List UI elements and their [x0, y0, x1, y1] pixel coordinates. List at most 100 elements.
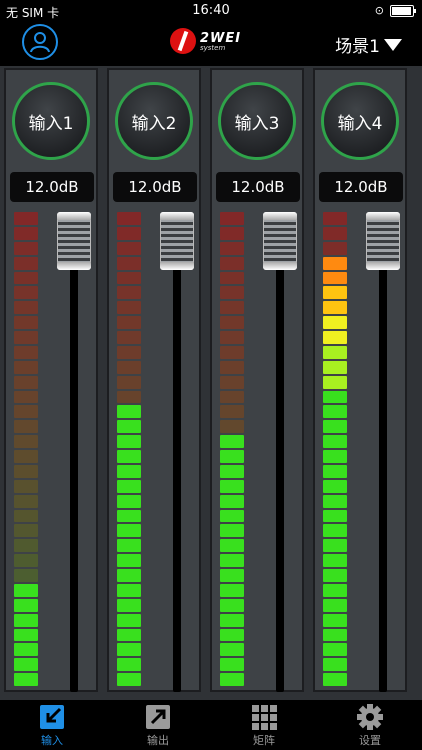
meter-segment: [323, 316, 347, 329]
meter-segment: [14, 494, 38, 508]
gain-readout[interactable]: 12.0dB: [10, 172, 94, 202]
meter-segment: [220, 658, 244, 672]
meter-segment: [14, 256, 38, 270]
meter-segment: [117, 331, 141, 344]
meter-segment: [220, 420, 244, 434]
meter-segment: [323, 390, 347, 404]
meter-segment: [117, 613, 141, 627]
fader-handle[interactable]: [366, 212, 400, 270]
meter-segment: [220, 583, 244, 597]
meter-segment: [220, 598, 244, 612]
level-meter: [323, 212, 347, 686]
meter-segment: [323, 494, 347, 508]
meter-segment: [220, 643, 244, 657]
meter-segment: [323, 598, 347, 612]
user-account-button[interactable]: [22, 24, 58, 60]
meter-segment: [220, 524, 244, 538]
fader-handle[interactable]: [160, 212, 194, 270]
input-select-button[interactable]: 输入1: [12, 82, 90, 160]
input-select-button[interactable]: 输入2: [115, 82, 193, 160]
meter-segment: [220, 673, 244, 686]
settings-gear-icon: [357, 704, 383, 730]
fader-track[interactable]: [173, 266, 181, 692]
meter-segment: [220, 331, 244, 344]
tab-settings[interactable]: 设置: [340, 703, 400, 748]
meter-segment: [117, 583, 141, 597]
input-select-button[interactable]: 输入4: [321, 82, 399, 160]
gain-readout[interactable]: 12.0dB: [216, 172, 300, 202]
meter-segment: [14, 569, 38, 582]
meter-segment: [323, 524, 347, 538]
meter-segment: [14, 524, 38, 538]
gain-readout[interactable]: 12.0dB: [319, 172, 403, 202]
meter-segment: [14, 301, 38, 315]
meter-segment: [117, 450, 141, 463]
meter-segment: [323, 345, 347, 359]
meter-segment: [14, 673, 38, 686]
meter-segment: [323, 479, 347, 493]
matrix-icon: [252, 705, 277, 730]
meter-segment: [14, 450, 38, 463]
level-meter: [117, 212, 141, 686]
meter-segment: [14, 583, 38, 597]
meter-segment: [323, 643, 347, 657]
meter-segment: [323, 226, 347, 240]
input-select-button[interactable]: 输入3: [218, 82, 296, 160]
meter-segment: [323, 420, 347, 434]
meter-segment: [14, 390, 38, 404]
fader-handle[interactable]: [57, 212, 91, 270]
meter-segment: [117, 316, 141, 329]
meter-segment: [220, 405, 244, 419]
meter-segment: [220, 450, 244, 463]
meter-segment: [220, 226, 244, 240]
meter-segment: [117, 524, 141, 538]
meter-segment: [220, 509, 244, 523]
meter-segment: [323, 331, 347, 344]
meter-segment: [323, 301, 347, 315]
meter-segment: [323, 241, 347, 255]
meter-segment: [220, 241, 244, 255]
meter-segment: [323, 658, 347, 672]
fader-track[interactable]: [379, 266, 387, 692]
level-meter: [220, 212, 244, 686]
tab-matrix[interactable]: 矩阵: [234, 703, 294, 748]
meter-segment: [323, 569, 347, 582]
meter-segment: [117, 271, 141, 285]
gain-readout[interactable]: 12.0dB: [113, 172, 197, 202]
meter-segment: [14, 613, 38, 627]
clock: 16:40: [192, 3, 230, 18]
meter-segment: [220, 390, 244, 404]
meter-segment: [117, 673, 141, 686]
user-icon: [30, 32, 50, 53]
meter-segment: [117, 658, 141, 672]
meter-segment: [323, 271, 347, 285]
meter-segment: [14, 226, 38, 240]
meter-segment: [14, 658, 38, 672]
meter-segment: [220, 212, 244, 225]
tab-label: 输入: [41, 734, 63, 747]
meter-segment: [117, 405, 141, 419]
meter-segment: [323, 286, 347, 300]
meter-segment: [220, 375, 244, 389]
fader-track[interactable]: [70, 266, 78, 692]
meter-segment: [323, 464, 347, 478]
meter-segment: [14, 271, 38, 285]
fader-handle[interactable]: [263, 212, 297, 270]
meter-segment: [14, 539, 38, 553]
meter-segment: [117, 360, 141, 374]
app-header: 2WEI system 场景1: [0, 22, 422, 66]
tab-input[interactable]: 输入: [22, 703, 82, 748]
meter-segment: [323, 673, 347, 686]
tab-output[interactable]: 输出: [128, 703, 188, 748]
rotation-lock-icon: ⊙: [374, 4, 384, 17]
brand-mark-icon: [170, 28, 196, 54]
dropdown-arrow-icon: [384, 38, 402, 51]
scene-selector[interactable]: 场景1: [335, 32, 402, 57]
battery-icon: [390, 4, 416, 17]
fader-track[interactable]: [276, 266, 284, 692]
meter-segment: [220, 301, 244, 315]
meter-segment: [220, 360, 244, 374]
meter-segment: [117, 509, 141, 523]
channel-strip: 输入4 12.0dB: [313, 68, 407, 692]
meter-segment: [14, 509, 38, 523]
